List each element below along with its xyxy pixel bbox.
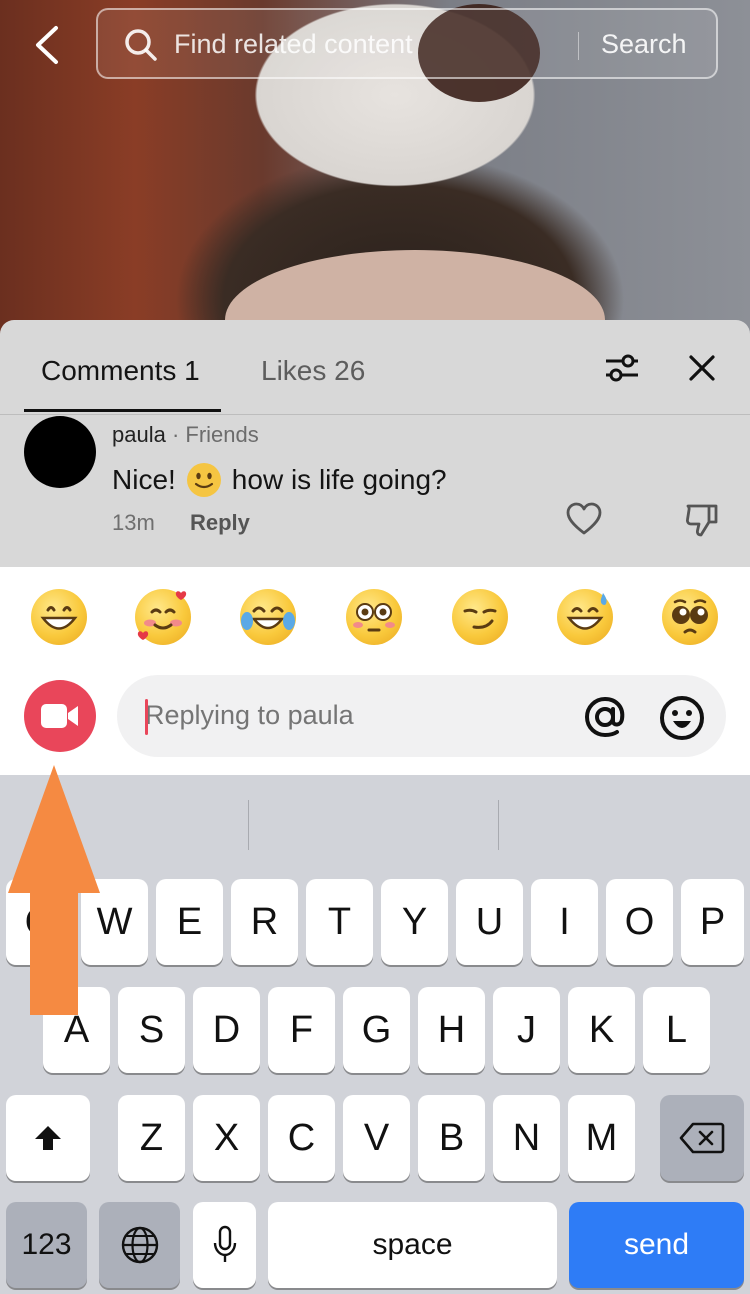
keyboard: Q W E R T Y U I O P A S D F G H J K L Z … bbox=[0, 775, 750, 1294]
key-b[interactable]: B bbox=[418, 1095, 485, 1181]
panel-divider bbox=[0, 414, 750, 415]
shift-arrow-icon bbox=[35, 1126, 61, 1150]
microphone-icon bbox=[213, 1225, 236, 1262]
comment-username[interactable]: paula bbox=[112, 422, 166, 447]
key-m[interactable]: M bbox=[568, 1095, 635, 1181]
smiling-face-with-hearts-icon[interactable] bbox=[135, 589, 191, 645]
search-icon bbox=[125, 29, 157, 61]
close-icon[interactable] bbox=[688, 354, 716, 382]
search-placeholder: Find related content bbox=[174, 29, 413, 59]
quick-emoji-bar bbox=[0, 589, 750, 649]
key-o[interactable]: O bbox=[606, 879, 673, 965]
tab-likes[interactable]: Likes 26 bbox=[261, 355, 365, 387]
chevron-left-icon bbox=[36, 26, 58, 64]
grinning-face-icon[interactable] bbox=[31, 589, 87, 645]
avatar[interactable] bbox=[24, 416, 96, 488]
slightly-smiling-face-icon bbox=[186, 463, 221, 497]
thumbs-down-icon[interactable] bbox=[685, 502, 719, 538]
key-s[interactable]: S bbox=[118, 987, 185, 1073]
emoji-face-icon[interactable] bbox=[659, 695, 705, 741]
key-n[interactable]: N bbox=[493, 1095, 560, 1181]
pleading-face-icon[interactable] bbox=[662, 589, 718, 645]
globe-icon bbox=[121, 1226, 158, 1264]
key-t[interactable]: T bbox=[306, 879, 373, 965]
comment-text-start: Nice! bbox=[112, 464, 176, 495]
key-p[interactable]: P bbox=[681, 879, 744, 965]
key-k[interactable]: K bbox=[568, 987, 635, 1073]
key-e[interactable]: E bbox=[156, 879, 223, 965]
reply-input[interactable] bbox=[145, 700, 565, 731]
back-button[interactable] bbox=[28, 22, 68, 68]
numbers-key[interactable]: 123 bbox=[6, 1202, 87, 1288]
comment-text-end: how is life going? bbox=[231, 464, 447, 495]
comment-header: paula · Friends bbox=[112, 422, 259, 448]
tab-comments[interactable]: Comments 1 bbox=[41, 355, 200, 387]
top-bar: Find related content Search bbox=[0, 0, 750, 90]
video-camera-icon bbox=[41, 704, 78, 728]
search-button[interactable]: Search bbox=[601, 29, 687, 60]
comment-timestamp: 13m bbox=[112, 510, 155, 535]
comment-relation: · Friends bbox=[171, 422, 259, 447]
send-key[interactable]: send bbox=[569, 1202, 744, 1288]
video-reply-button[interactable] bbox=[24, 680, 96, 752]
dictation-key[interactable] bbox=[193, 1202, 256, 1288]
annotation-arrow-icon bbox=[8, 765, 100, 1015]
key-r[interactable]: R bbox=[231, 879, 298, 965]
search-divider bbox=[578, 32, 579, 60]
backspace-key[interactable] bbox=[660, 1095, 744, 1181]
face-with-tears-of-joy-icon[interactable] bbox=[240, 589, 296, 645]
backspace-icon bbox=[679, 1122, 725, 1154]
key-l[interactable]: L bbox=[643, 987, 710, 1073]
reply-input-field[interactable] bbox=[117, 675, 726, 757]
globe-key[interactable] bbox=[99, 1202, 180, 1288]
key-h[interactable]: H bbox=[418, 987, 485, 1073]
grinning-face-with-sweat-icon[interactable] bbox=[557, 589, 613, 645]
key-v[interactable]: V bbox=[343, 1095, 410, 1181]
key-d[interactable]: D bbox=[193, 987, 260, 1073]
filter-sliders-icon[interactable] bbox=[604, 352, 640, 384]
key-x[interactable]: X bbox=[193, 1095, 260, 1181]
comments-panel: Comments 1 Likes 26 paula · Friends Nice… bbox=[0, 320, 750, 568]
comment-text: Nice! how is life going? bbox=[112, 462, 447, 498]
key-y[interactable]: Y bbox=[381, 879, 448, 965]
key-f[interactable]: F bbox=[268, 987, 335, 1073]
reply-composer bbox=[0, 567, 750, 775]
suggestion-divider bbox=[248, 800, 249, 850]
mention-at-icon[interactable] bbox=[583, 695, 627, 739]
space-key[interactable]: space bbox=[268, 1202, 557, 1288]
key-j[interactable]: J bbox=[493, 987, 560, 1073]
suggestion-divider bbox=[498, 800, 499, 850]
heart-icon[interactable] bbox=[566, 502, 602, 536]
shift-key[interactable] bbox=[6, 1095, 90, 1181]
search-bar[interactable]: Find related content Search bbox=[96, 8, 718, 79]
key-i[interactable]: I bbox=[531, 879, 598, 965]
reply-button[interactable]: Reply bbox=[190, 510, 250, 536]
smirking-face-icon[interactable] bbox=[452, 589, 508, 645]
flushed-face-icon[interactable] bbox=[346, 589, 402, 645]
key-u[interactable]: U bbox=[456, 879, 523, 965]
active-tab-indicator bbox=[24, 409, 221, 412]
key-z[interactable]: Z bbox=[118, 1095, 185, 1181]
key-c[interactable]: C bbox=[268, 1095, 335, 1181]
text-cursor bbox=[145, 699, 148, 735]
key-g[interactable]: G bbox=[343, 987, 410, 1073]
